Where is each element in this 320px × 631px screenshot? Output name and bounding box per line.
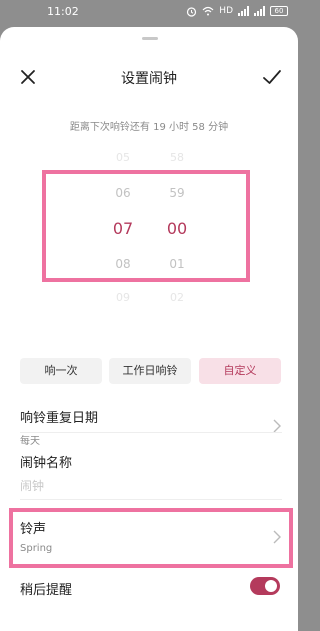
repeat-mode-selector: 响一次 工作日响铃 自定义 <box>20 358 281 384</box>
snooze-label: 稍后提醒 <box>20 583 73 598</box>
divider <box>20 499 282 500</box>
mode-custom-button[interactable]: 自定义 <box>199 358 281 384</box>
repeat-days-value: 每天 <box>20 436 40 447</box>
hour-option[interactable]: 09 <box>103 291 143 304</box>
status-time: 11:02 <box>47 5 79 18</box>
repeat-days-label: 响铃重复日期 <box>20 411 99 426</box>
mode-once-button[interactable]: 响一次 <box>20 358 102 384</box>
mode-workday-button[interactable]: 工作日响铃 <box>109 358 191 384</box>
chevron-right-icon <box>273 419 281 433</box>
alarm-name-row[interactable]: 闹钟名称 闹钟 <box>20 452 282 494</box>
alarm-name-input[interactable]: 闹钟 <box>20 477 282 494</box>
battery-icon: 60 <box>270 6 288 16</box>
toggle-knob <box>265 580 277 592</box>
divider <box>20 432 282 433</box>
alarm-icon <box>187 6 197 17</box>
drag-handle[interactable] <box>142 37 158 40</box>
highlight-box-time <box>42 170 250 282</box>
next-alarm-countdown: 距离下次响铃还有 19 小时 58 分钟 <box>69 122 229 133</box>
snooze-row: 稍后提醒 <box>20 579 282 598</box>
status-bar: 11:02 HD 60 <box>0 0 298 24</box>
check-icon[interactable] <box>262 67 282 87</box>
status-icons: HD 60 <box>186 5 288 17</box>
alarm-name-label: 闹钟名称 <box>20 456 73 471</box>
snooze-toggle[interactable] <box>250 577 280 595</box>
repeat-days-row[interactable]: 响铃重复日期 每天 <box>20 407 282 447</box>
wifi-icon <box>202 6 214 16</box>
signal-icon <box>238 6 249 16</box>
hd-icon: HD <box>219 6 233 16</box>
page-title: 设置闹钟 <box>121 71 177 87</box>
hour-option[interactable]: 05 <box>103 151 143 164</box>
signal-icon <box>254 6 265 16</box>
minute-option[interactable]: 02 <box>157 291 197 304</box>
minute-option[interactable]: 58 <box>157 151 197 164</box>
sheet-header: 设置闹钟 <box>0 65 298 89</box>
highlight-box-ringtone <box>9 508 293 568</box>
